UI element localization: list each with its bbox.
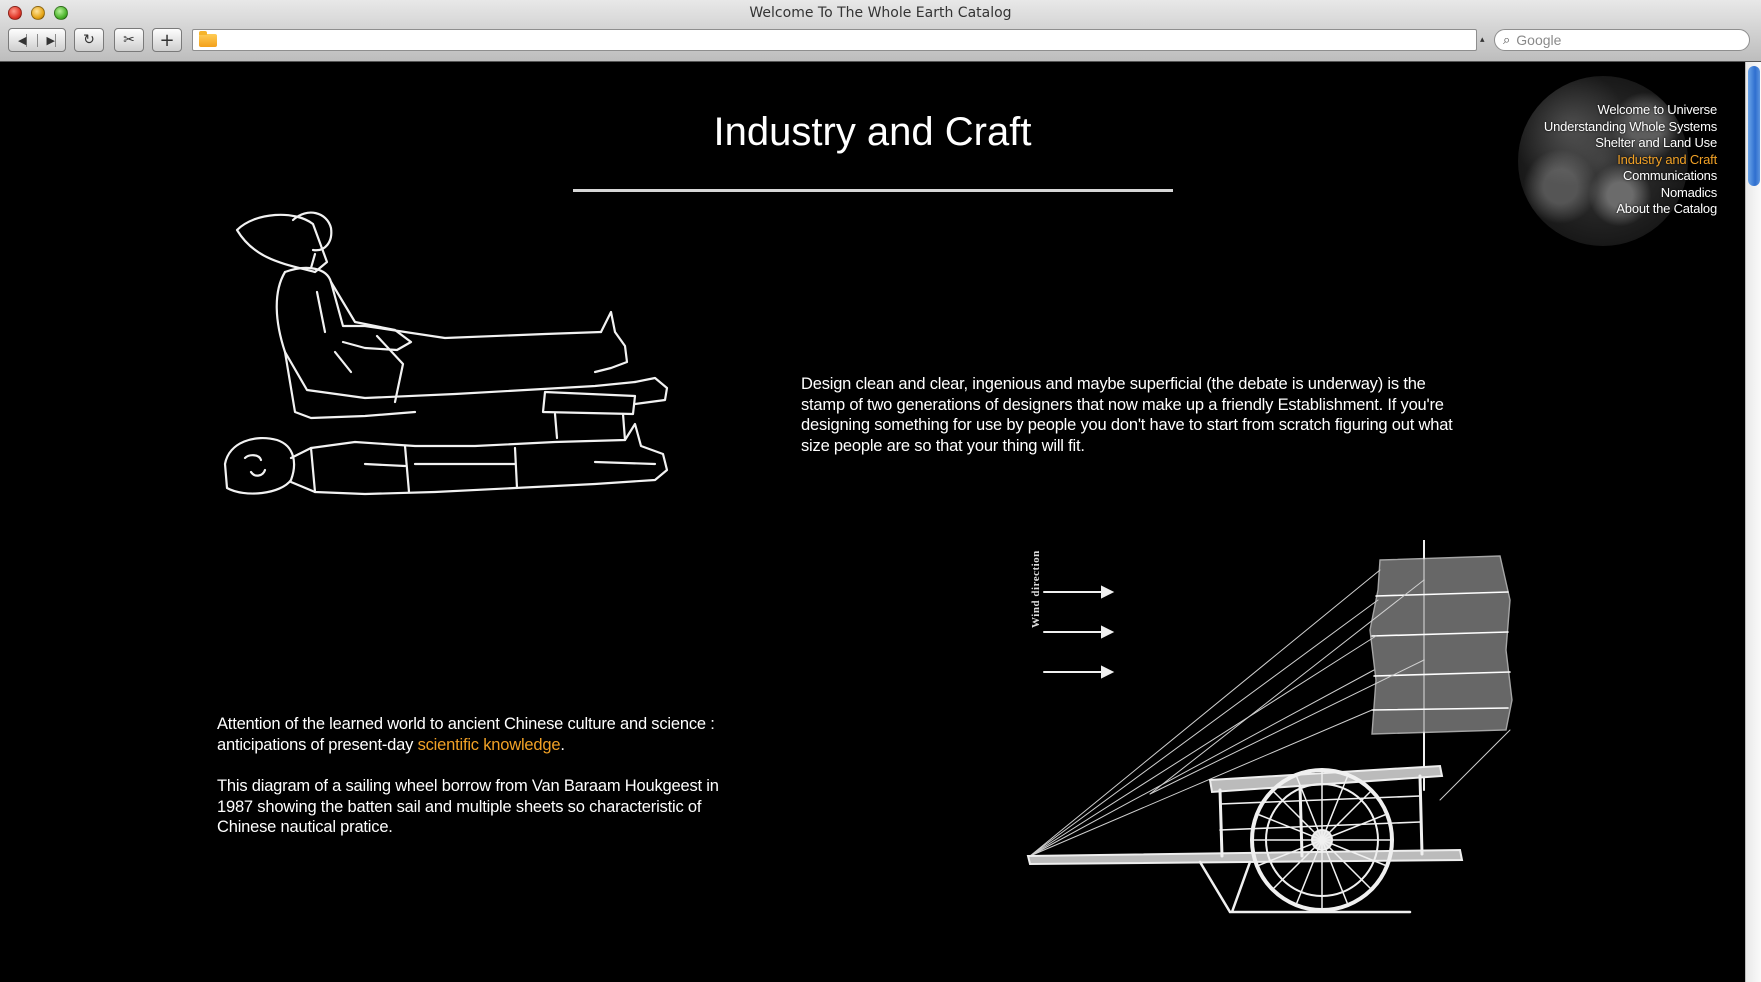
nav-item-nomadics[interactable]: Nomadics [1544,185,1717,202]
diagram-caption: This diagram of a sailing wheel borrow f… [217,777,719,836]
url-dropdown-icon[interactable]: ▴ [1480,34,1485,45]
human-figures-illustration [223,211,669,496]
page-viewport: Industry and Craft Welcome to Universe U… [0,62,1745,982]
forward-button[interactable]: ▶ [38,33,66,47]
add-bookmark-button[interactable]: + [152,28,182,52]
back-forward-group: ◀ ▶ [8,28,66,52]
window-title: Welcome To The Whole Earth Catalog [749,5,1012,21]
search-field[interactable]: ⌕ [1494,29,1750,51]
nav-item-whole-systems[interactable]: Understanding Whole Systems [1544,119,1717,136]
page-title: Industry and Craft [713,110,1032,154]
browser-chrome: Welcome To The Whole Earth Catalog ◀ ▶ ↻… [0,0,1761,62]
nav-item-communications[interactable]: Communications [1544,168,1717,185]
search-icon: ⌕ [1503,32,1511,48]
reload-icon: ↻ [83,32,95,48]
site-nav: Welcome to Universe Understanding Whole … [1544,102,1717,218]
wind-arrows [1043,585,1115,679]
scientific-knowledge-link[interactable]: scientific knowledge [418,736,561,754]
title-bar: Welcome To The Whole Earth Catalog [0,0,1761,26]
nav-item-about[interactable]: About the Catalog [1544,201,1717,218]
snip-button[interactable]: ✂ [114,28,144,52]
nav-item-welcome[interactable]: Welcome to Universe [1544,102,1717,119]
nav-item-industry[interactable]: Industry and Craft [1544,152,1717,169]
back-button[interactable]: ◀ [9,33,38,47]
address-bar[interactable] [192,29,1477,51]
attention-text-end: . [560,735,565,754]
vertical-scrollbar[interactable] [1745,62,1761,982]
title-divider [573,189,1173,192]
plus-icon: + [159,29,175,51]
nav-item-shelter[interactable]: Shelter and Land Use [1544,135,1717,152]
forward-arrow-icon: ▶ [46,33,56,47]
scissors-icon: ✂ [123,32,135,48]
wind-direction-label: Wind direction [1030,550,1042,628]
design-paragraph: Design clean and clear, ingenious and ma… [801,375,1453,455]
back-arrow-icon: ◀ [18,33,28,47]
scroll-thumb[interactable] [1748,66,1760,186]
reload-button[interactable]: ↻ [74,28,104,52]
sailing-wheel-illustration [1026,540,1513,914]
folder-icon [199,31,217,47]
attention-paragraph: Attention of the learned world to ancien… [217,714,757,755]
browser-toolbar: ◀ ▶ ↻ ✂ + ▴ ⌕ [0,28,1761,58]
search-input[interactable] [1516,32,1717,48]
